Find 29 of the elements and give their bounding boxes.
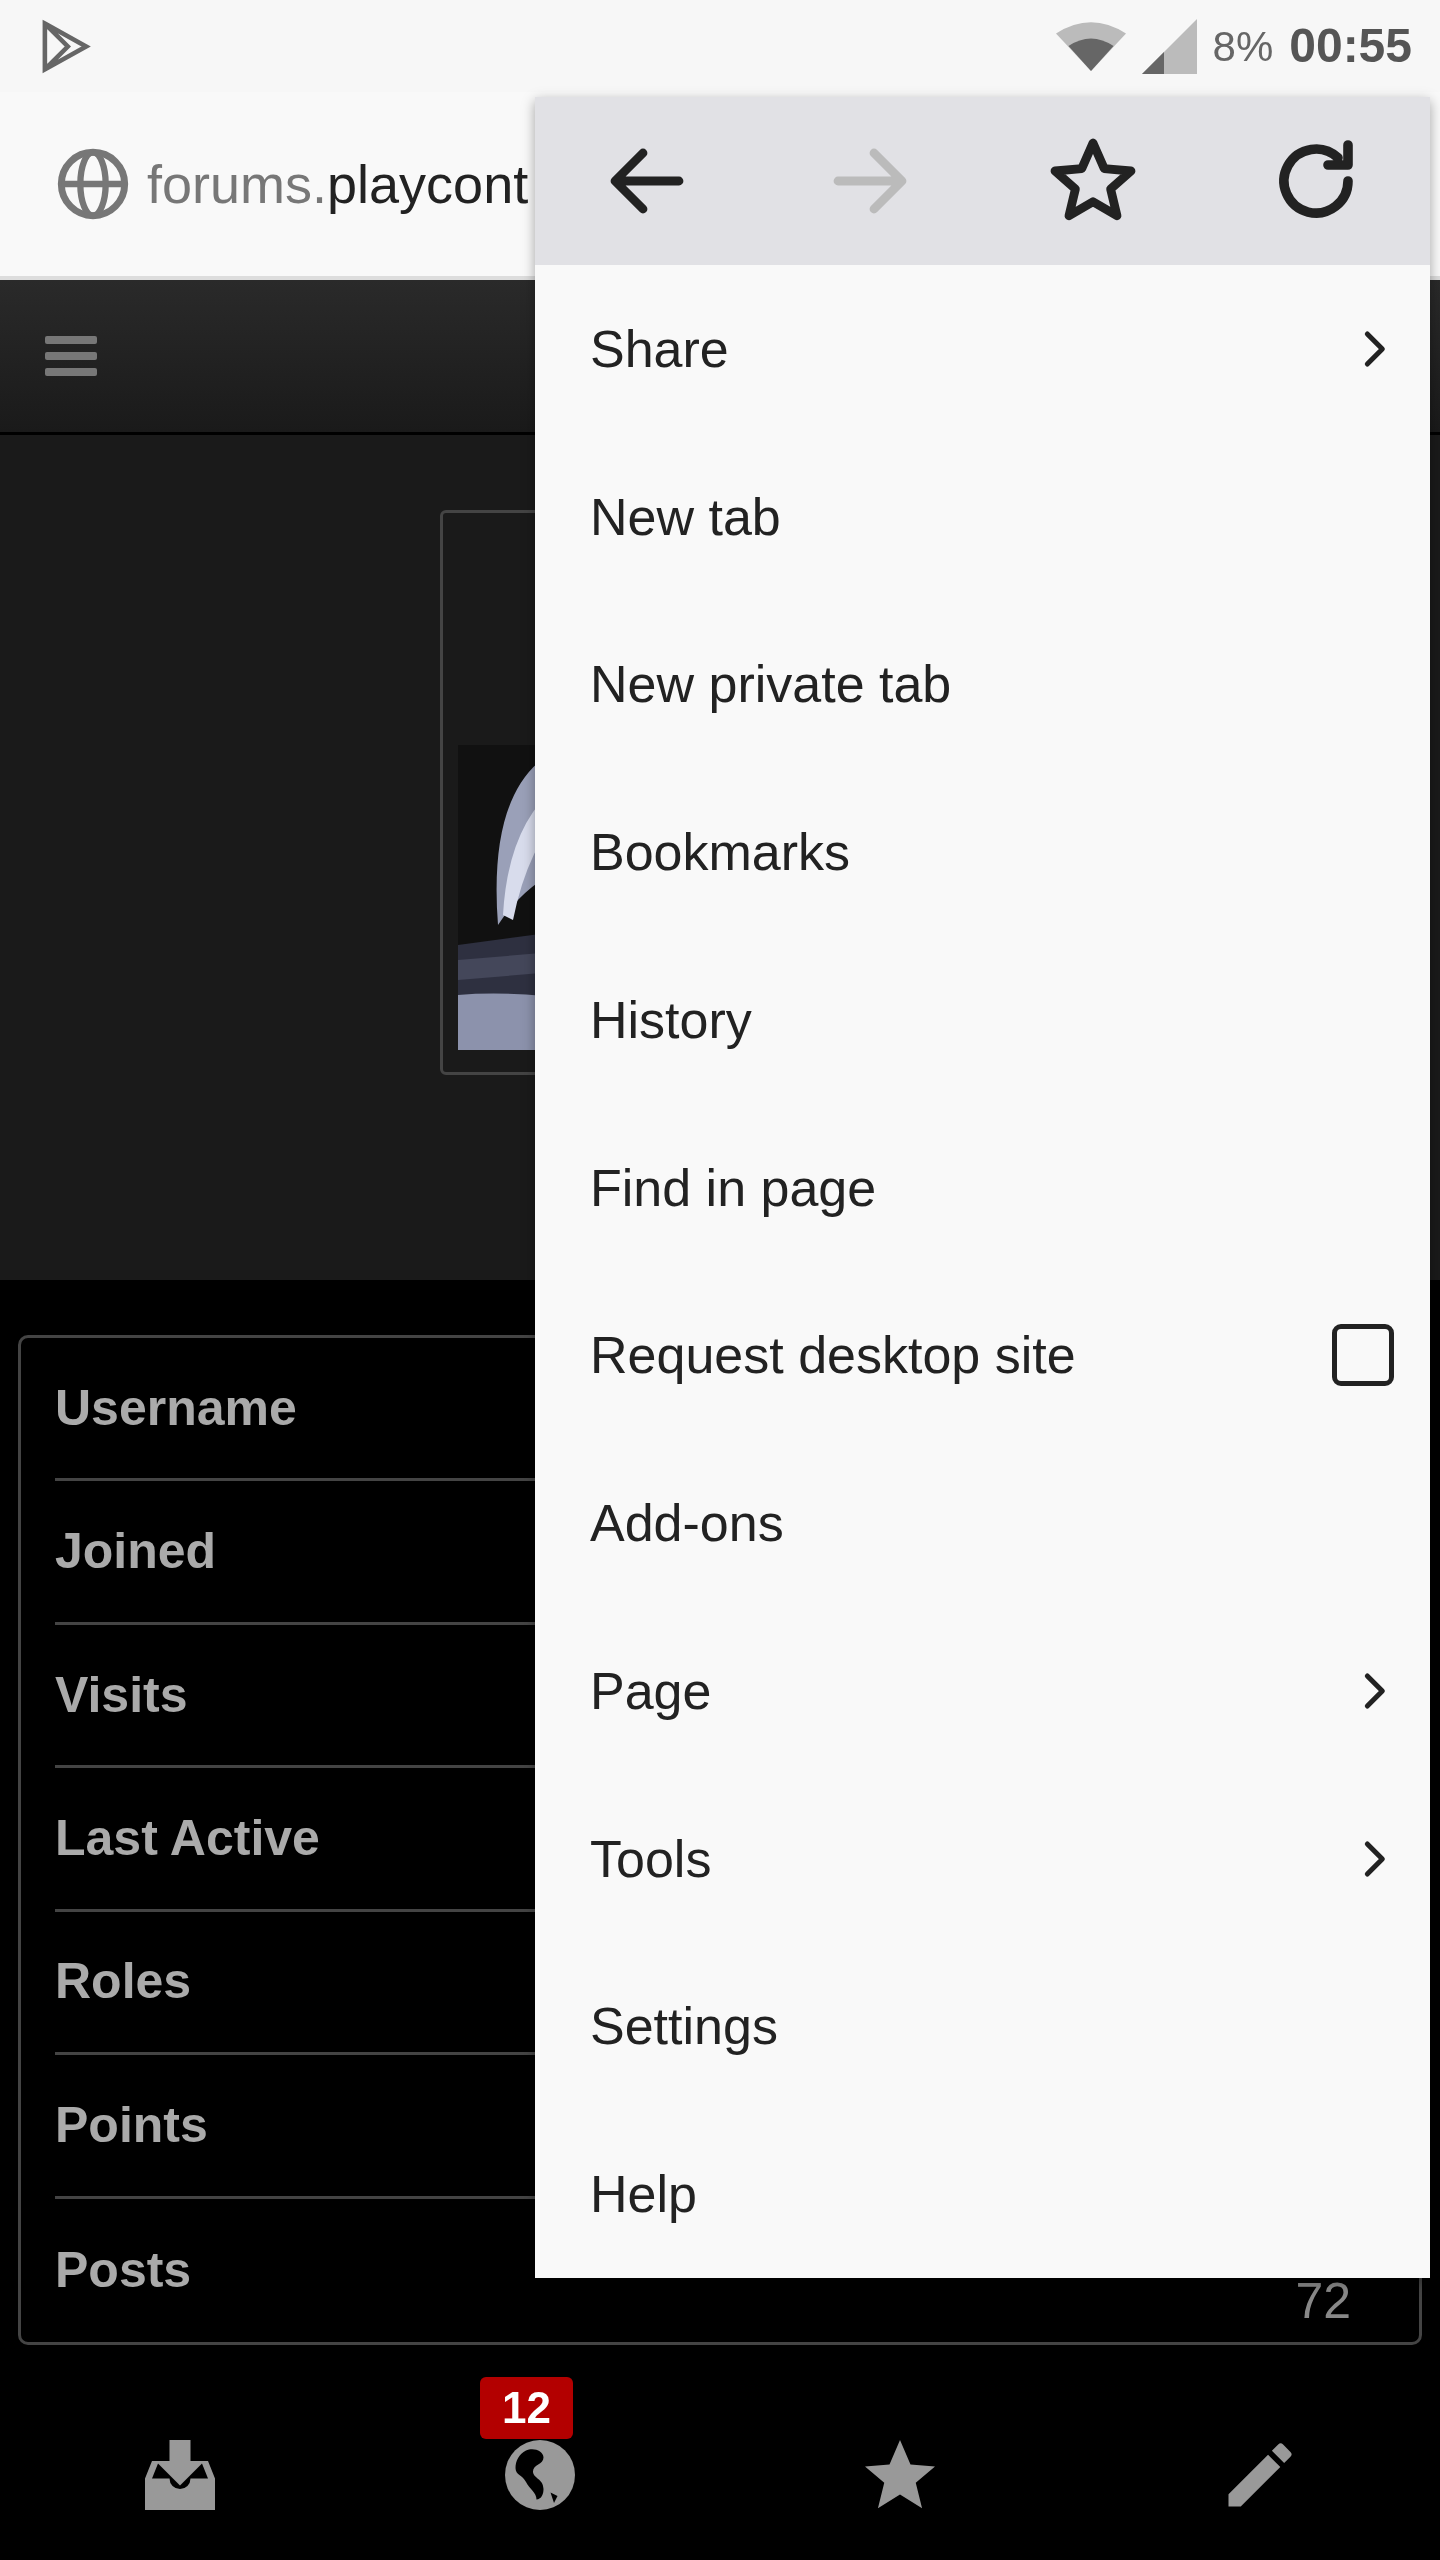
wifi-icon [1055, 21, 1126, 71]
menu-item[interactable]: New private tab [590, 645, 952, 724]
menu-item[interactable]: Settings [590, 1987, 778, 2066]
menu-item[interactable]: Find in page [590, 1148, 877, 1227]
menu-item[interactable]: Share [590, 309, 729, 388]
globe-icon [55, 146, 131, 222]
menu-item[interactable]: History [590, 980, 752, 1059]
notification-count: 12 [480, 2377, 573, 2439]
menu-item[interactable]: Tools [590, 1819, 712, 1898]
menu-icon[interactable] [45, 336, 97, 376]
url-text[interactable]: forums.playcont [147, 143, 529, 225]
row-value: 72 [1295, 2276, 1352, 2327]
row-label: Last Active [55, 1809, 320, 1869]
row-label: Username [55, 1378, 297, 1438]
checkbox[interactable] [1332, 1324, 1394, 1387]
row-label: Joined [55, 1522, 217, 1582]
row-label: Roles [55, 1952, 192, 2012]
row-label: Points [55, 2095, 208, 2155]
menu-item[interactable]: Request desktop site [590, 1316, 1076, 1395]
menu-item[interactable]: Bookmarks [590, 813, 851, 892]
clock-time: 00:55 [1289, 18, 1412, 74]
menu-item[interactable]: New tab [590, 477, 781, 556]
menu-item[interactable]: Page [590, 1651, 712, 1730]
menu-item[interactable]: Help [590, 2155, 697, 2234]
row-label: Visits [55, 1665, 188, 1725]
signal-icon [1141, 18, 1197, 74]
battery-level: 8% [1212, 21, 1274, 72]
row-label: Posts [55, 2240, 192, 2300]
menu-item[interactable]: Add-ons [590, 1484, 784, 1563]
